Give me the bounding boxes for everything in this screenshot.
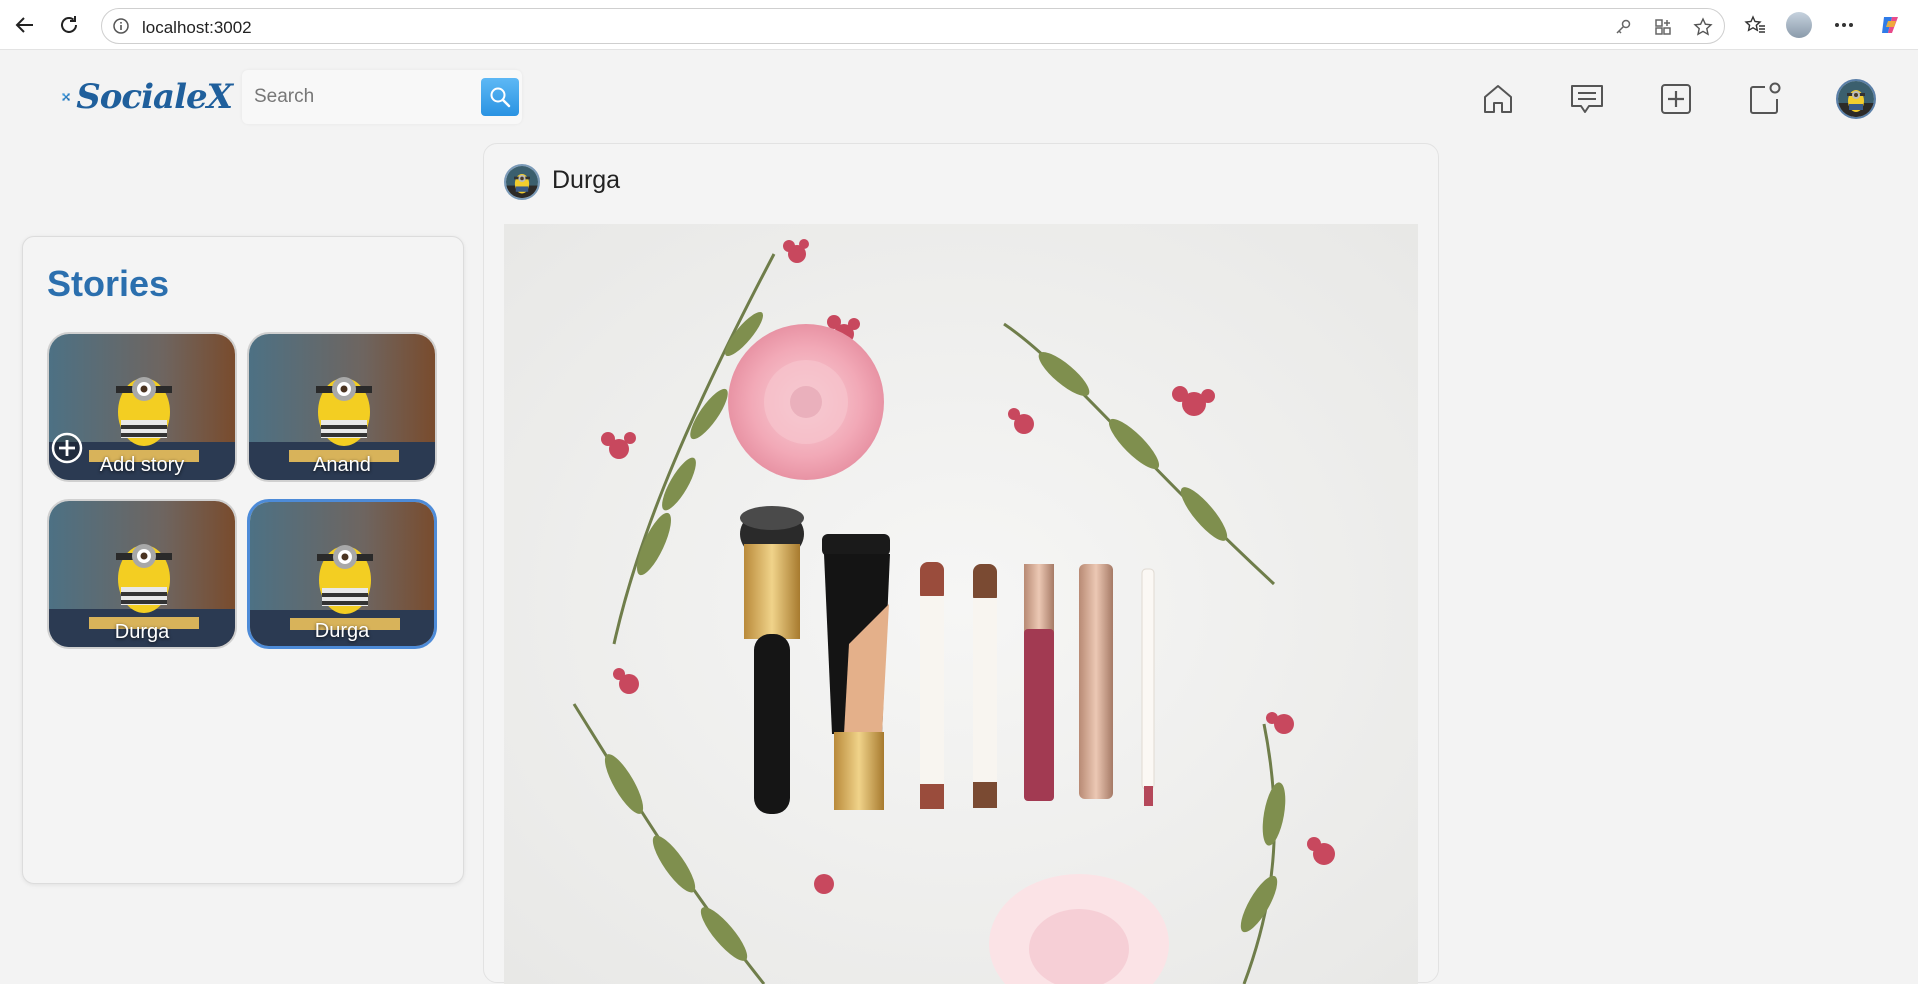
post-card: Durga [483, 143, 1439, 984]
notifications-icon [1750, 82, 1781, 114]
avatar-image [1838, 81, 1874, 117]
search-button[interactable] [481, 78, 519, 116]
app-logo[interactable]: SocialeX [62, 68, 233, 126]
logo-mark-icon [62, 92, 71, 102]
story-label: Add story [99, 454, 185, 476]
profile-icon[interactable] [1785, 11, 1813, 39]
story-item[interactable]: Anand [247, 332, 437, 482]
key-icon[interactable] [1612, 16, 1634, 38]
post-photo [504, 224, 1418, 984]
address-bar[interactable]: localhost:3002 [101, 8, 1725, 44]
site-info-icon[interactable] [112, 17, 130, 40]
app-page: SocialeX Stories [4, 51, 1918, 984]
browser-toolbar: localhost:3002 [0, 0, 1918, 50]
stories-title: Stories [47, 263, 170, 304]
post-author-avatar[interactable] [504, 164, 540, 200]
favorite-star-icon[interactable] [1692, 16, 1714, 38]
home-button[interactable] [1478, 79, 1518, 119]
story-label: Anand [313, 454, 371, 476]
stories-panel: Stories Add story Anand Durga Durga [22, 236, 464, 884]
back-arrow-icon [15, 17, 33, 33]
messages-button[interactable] [1567, 79, 1607, 119]
story-item[interactable]: Durga [47, 499, 237, 649]
more-menu-icon[interactable] [1830, 11, 1858, 39]
logo-text: SocialeX [76, 77, 233, 117]
story-label: Durga [114, 621, 170, 643]
app-available-icon[interactable] [1652, 16, 1674, 38]
reload-icon [61, 16, 77, 33]
post-author-name[interactable]: Durga [552, 166, 620, 195]
favorites-icon[interactable] [1741, 11, 1769, 39]
user-avatar[interactable] [1836, 79, 1876, 119]
avatar-image [506, 166, 538, 198]
reload-button[interactable] [54, 10, 84, 40]
story-add[interactable]: Add story [47, 332, 237, 482]
story-item-active[interactable]: Durga [247, 499, 437, 649]
add-post-icon [1661, 84, 1691, 114]
url-text: localhost:3002 [142, 18, 252, 37]
search-input[interactable] [254, 83, 474, 111]
story-label: Durga [314, 620, 370, 642]
notifications-button[interactable] [1745, 79, 1785, 119]
chat-icon [1571, 85, 1603, 113]
post-image[interactable] [504, 224, 1418, 984]
back-button[interactable] [10, 10, 40, 40]
home-icon [1484, 85, 1512, 113]
copilot-icon[interactable] [1876, 11, 1904, 39]
search-box [242, 70, 522, 124]
search-icon [490, 87, 511, 108]
create-post-button[interactable] [1656, 79, 1696, 119]
